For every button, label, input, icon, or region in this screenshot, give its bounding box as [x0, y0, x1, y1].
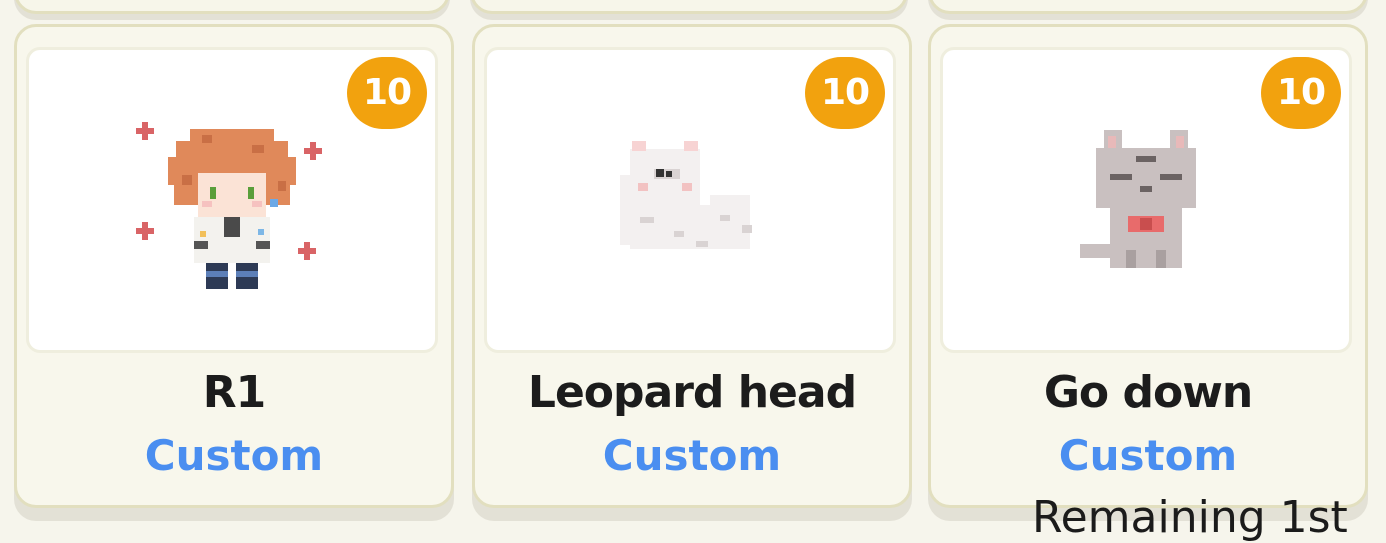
sticker-card-r1[interactable]: 10 R1 Custom [14, 24, 454, 508]
card-top-peek [14, 0, 450, 14]
cost-badge: 10 [1261, 57, 1341, 129]
chibi-character-icon [136, 122, 322, 289]
sticker-card-go-down[interactable]: 10 Go down Custom [928, 24, 1368, 508]
card-title: Go down [1043, 367, 1253, 418]
cost-badge: 10 [347, 57, 427, 129]
card-title: Leopard head [527, 367, 857, 418]
card-top-peek [470, 0, 908, 14]
card-tag: Custom [144, 431, 324, 480]
card-title: R1 [202, 367, 267, 418]
card-tag: Custom [602, 431, 782, 480]
sticker-card-leopard-head[interactable]: 10 Leopard head Custom [472, 24, 912, 508]
white-leopard-icon [620, 141, 752, 249]
gray-cat-icon [1080, 130, 1196, 268]
remaining-count-label: Remaining 1st [1032, 492, 1348, 543]
cost-badge: 10 [805, 57, 885, 129]
card-tag: Custom [1058, 431, 1238, 480]
card-top-peek [928, 0, 1368, 14]
